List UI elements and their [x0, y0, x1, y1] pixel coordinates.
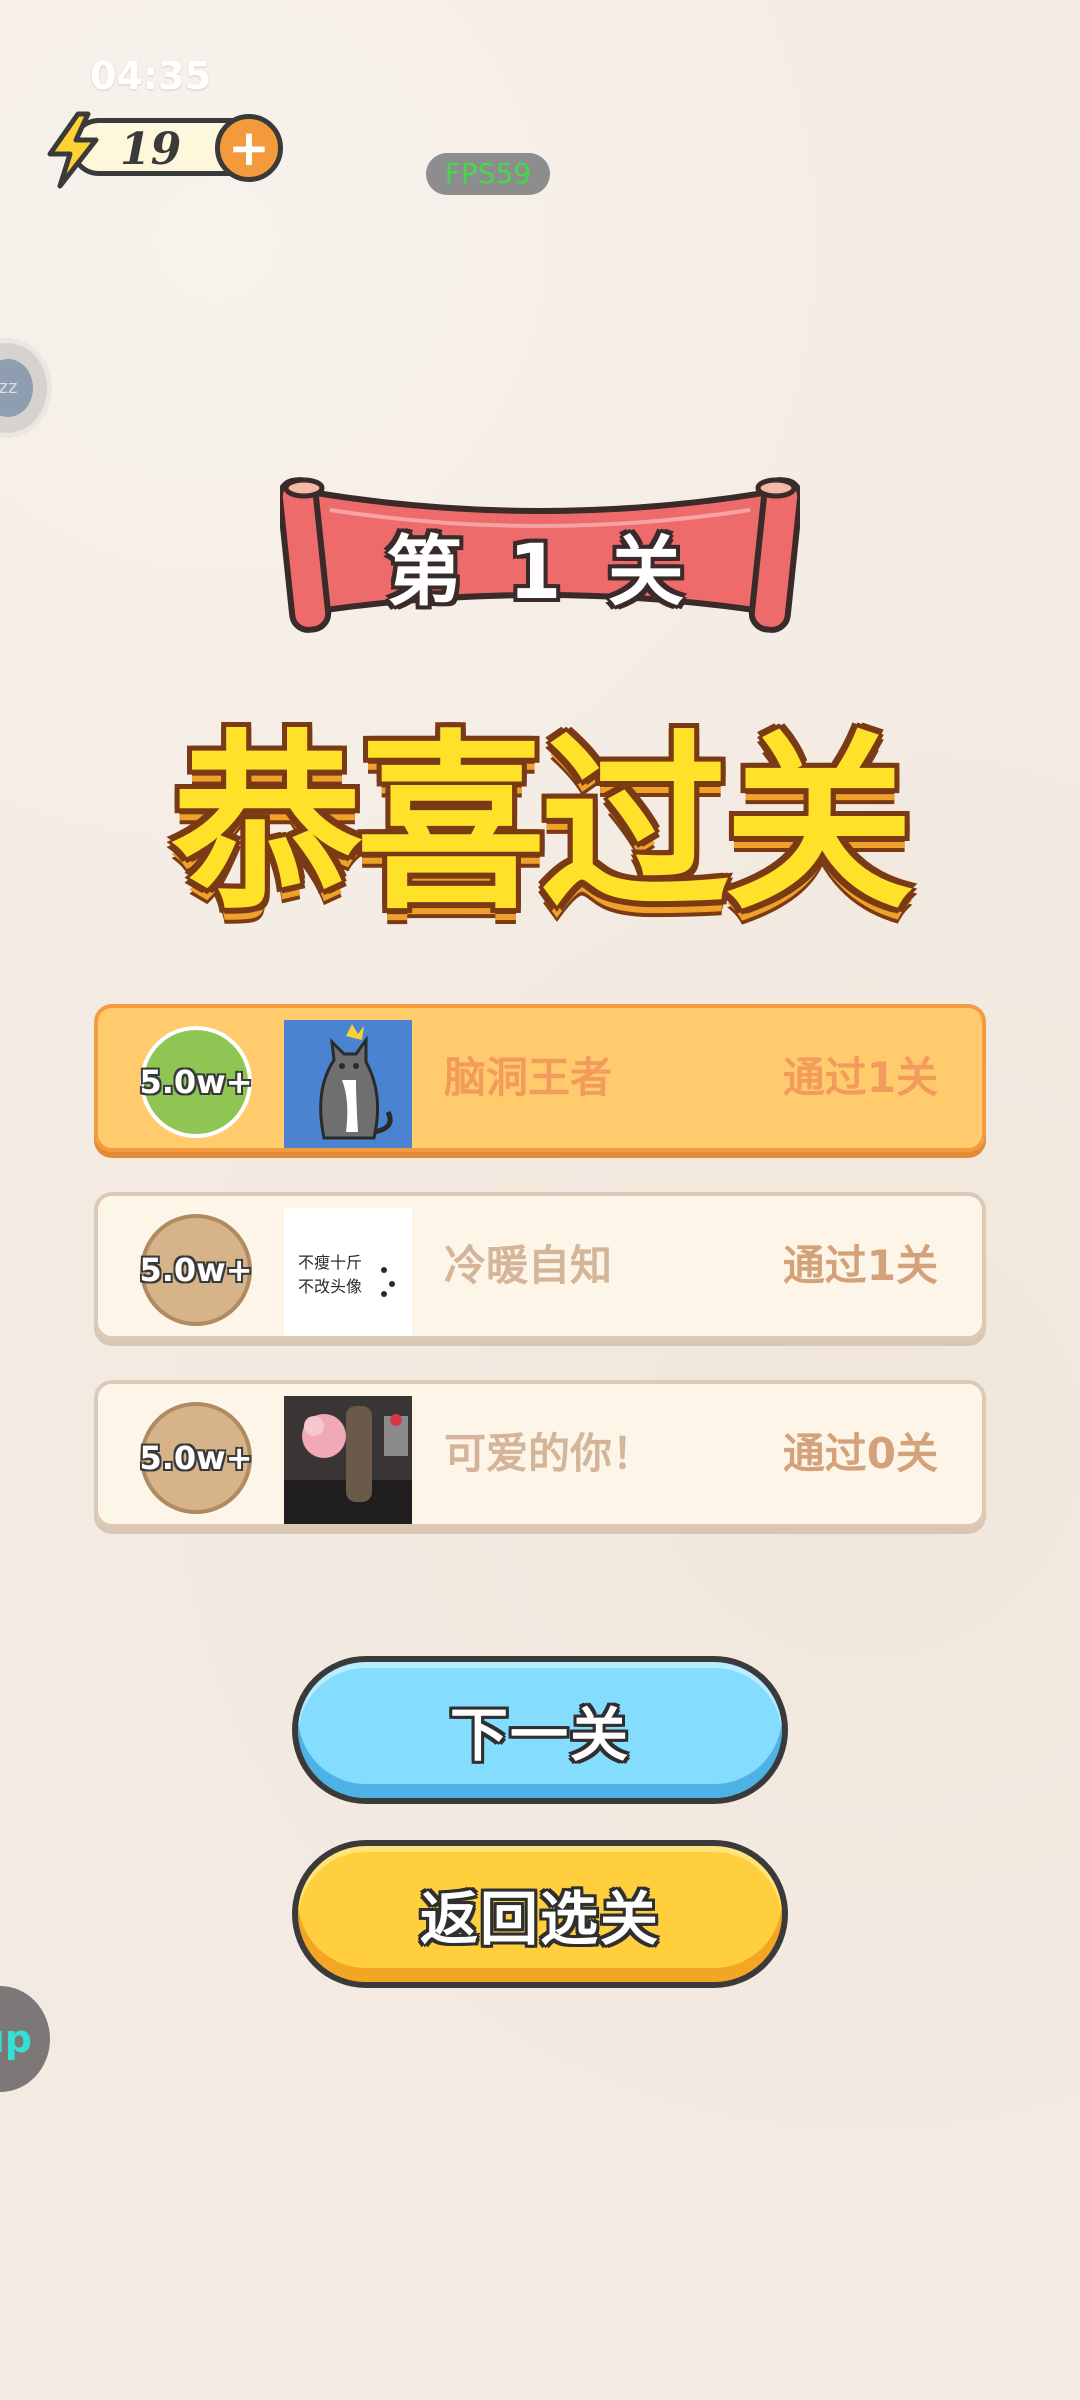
cat-avatar-icon	[284, 1020, 412, 1148]
player-name: 脑洞王者	[444, 1053, 613, 1102]
energy-counter: 19 +	[40, 110, 290, 190]
player-score: 通过1关	[782, 1241, 938, 1290]
player-avatar: 不瘦十斤 不改头像	[284, 1208, 412, 1336]
energy-count: 19	[120, 124, 182, 175]
player-name: 冷暖自知	[444, 1241, 613, 1290]
assistant-avatar: zz	[0, 359, 33, 417]
congrats-headline: 恭喜过关	[171, 714, 914, 935]
plus-icon: +	[228, 119, 270, 177]
avatar-text-line-2: 不改头像	[298, 1277, 362, 1296]
avatar-text-line-1: 不瘦十斤	[298, 1253, 362, 1272]
ranking-row: 5.0w+ 不瘦十斤 不改头像 冷暖自知 通过1关	[94, 1192, 986, 1340]
photo-avatar-image	[284, 1396, 412, 1524]
player-avatar	[284, 1396, 412, 1524]
next-level-button[interactable]: 下一关	[292, 1656, 788, 1804]
player-name: 可爱的你！	[444, 1429, 655, 1478]
player-score: 通过1关	[782, 1053, 938, 1102]
level-title: 第 1 关	[386, 527, 694, 616]
player-avatar	[284, 1020, 412, 1148]
lightning-bolt-icon	[47, 111, 99, 189]
add-energy-button[interactable]: +	[215, 114, 283, 182]
rank-badge: 5.0w+	[139, 1214, 253, 1326]
status-clock: 04:35	[90, 54, 211, 98]
ranking-row: 5.0w+ 可爱的你！ 通过0关	[94, 1380, 986, 1528]
back-to-level-select-button[interactable]: 返回选关	[292, 1840, 788, 1988]
rank-badge: 5.0w+	[139, 1402, 253, 1514]
player-score: 通过0关	[782, 1429, 938, 1478]
text-avatar-image: 不瘦十斤 不改头像	[284, 1208, 412, 1336]
fps-indicator: FPS59	[426, 153, 550, 195]
level-banner: 第 1 关	[276, 470, 804, 640]
ranking-row: 5.0w+ 脑洞王者 通过1关	[94, 1004, 986, 1152]
rank-badge: 5.0w+	[139, 1026, 253, 1138]
